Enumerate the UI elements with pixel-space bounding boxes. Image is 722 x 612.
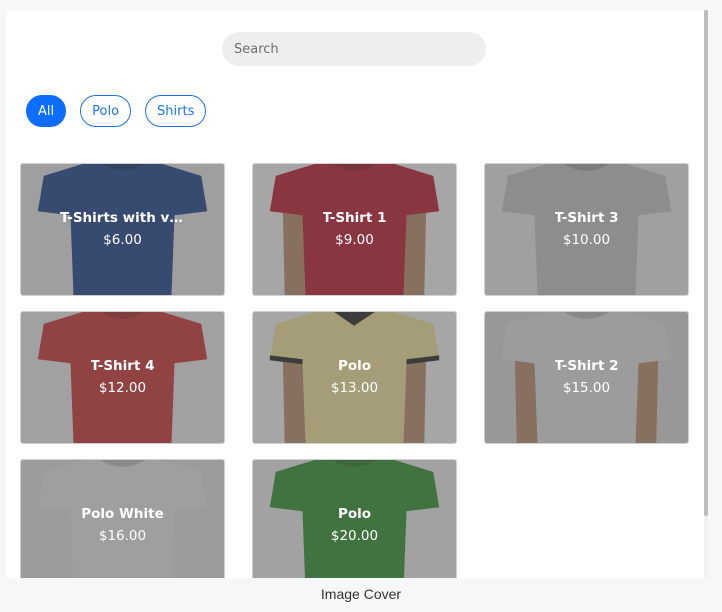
scrollbar[interactable]: [704, 10, 708, 578]
product-title: T-Shirt 2: [554, 358, 619, 374]
product-info: T-Shirt 3 $10.00: [485, 164, 688, 295]
product-info: T-Shirts with va... $6.00: [21, 164, 224, 295]
product-price: $9.00: [335, 232, 374, 248]
product-price: $12.00: [98, 380, 147, 396]
product-title: Polo: [337, 358, 372, 374]
product-card[interactable]: T-Shirt 3 $10.00: [484, 163, 689, 296]
filter-shirts-button[interactable]: Shirts: [145, 95, 207, 127]
product-price: $6.00: [103, 232, 142, 248]
product-card[interactable]: T-Shirt 1 $9.00: [252, 163, 457, 296]
product-title: T-Shirt 1: [322, 210, 387, 226]
product-price: $13.00: [330, 380, 379, 396]
product-card[interactable]: T-Shirt 2 $15.00: [484, 311, 689, 444]
product-card[interactable]: T-Shirts with va... $6.00: [20, 163, 225, 296]
product-title: T-Shirt 3: [554, 210, 619, 226]
product-card[interactable]: Polo White $16.00: [20, 459, 225, 578]
product-card[interactable]: Polo $13.00: [252, 311, 457, 444]
product-price: $16.00: [98, 528, 147, 544]
product-gallery-panel: All Polo Shirts T-Shirts with va... $6.00…: [6, 10, 704, 578]
product-title: T-Shirts with va...: [60, 210, 185, 226]
product-info: Polo $20.00: [253, 460, 456, 578]
product-price: $20.00: [330, 528, 379, 544]
product-title: Polo: [337, 506, 372, 522]
image-caption: Image Cover: [320, 586, 402, 602]
product-price: $15.00: [562, 380, 611, 396]
scrollbar-thumb[interactable]: [704, 10, 708, 516]
product-price: $10.00: [562, 232, 611, 248]
filter-all-button[interactable]: All: [26, 95, 67, 127]
product-card[interactable]: T-Shirt 4 $12.00: [20, 311, 225, 444]
product-title: Polo White: [81, 506, 164, 522]
product-info: T-Shirt 4 $12.00: [21, 312, 224, 443]
product-info: Polo $13.00: [253, 312, 456, 443]
filter-polo-button[interactable]: Polo: [80, 95, 132, 127]
filter-chips: All Polo Shirts: [26, 95, 220, 127]
search-input[interactable]: [222, 32, 486, 66]
product-card[interactable]: Polo $20.00: [252, 459, 457, 578]
product-info: Polo White $16.00: [21, 460, 224, 578]
product-info: T-Shirt 2 $15.00: [485, 312, 688, 443]
product-title: T-Shirt 4: [90, 358, 155, 374]
product-info: T-Shirt 1 $9.00: [253, 164, 456, 295]
